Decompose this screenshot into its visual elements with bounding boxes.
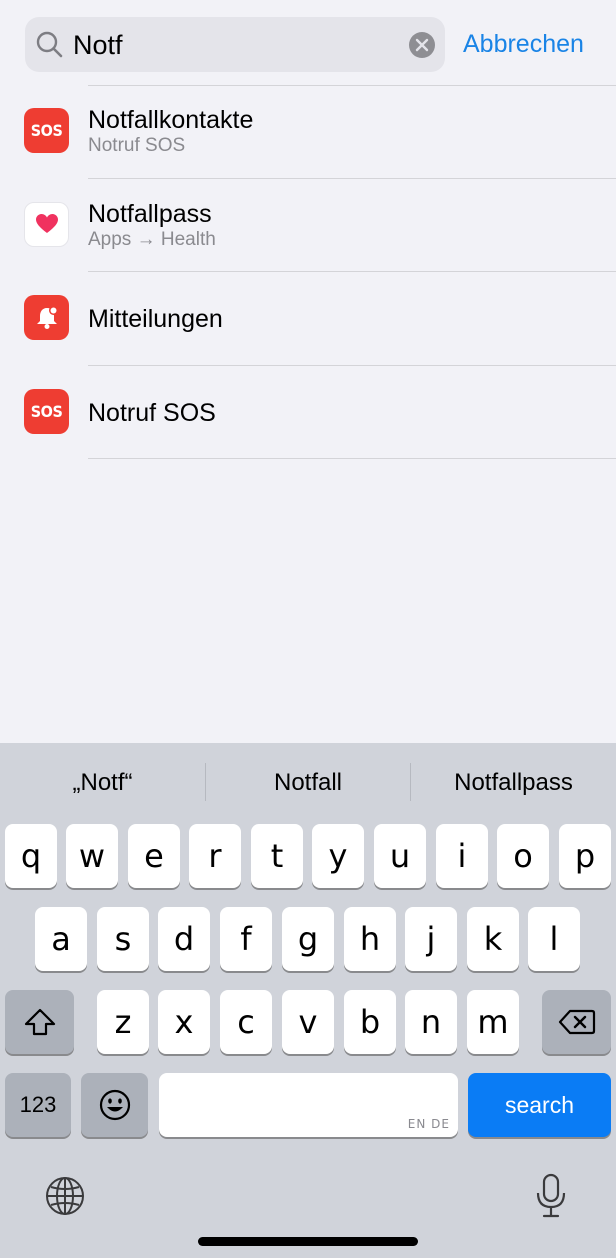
shift-icon [24,1008,55,1036]
key-v[interactable]: v [282,990,334,1054]
sos-icon: SOS [24,108,69,153]
close-icon [415,38,429,52]
key-j[interactable]: j [405,907,457,971]
emoji-key[interactable] [81,1073,148,1137]
key-u[interactable]: u [374,824,426,888]
result-notfallpass[interactable]: Notfallpass Apps → Health [0,179,616,272]
key-r[interactable]: r [189,824,241,888]
notification-bell-icon [24,295,69,340]
key-t[interactable]: t [251,824,303,888]
backspace-icon [558,1009,595,1035]
keyboard: „Notf“ Notfall Notfallpass q w e r t y u… [0,743,616,1258]
result-title: Notruf SOS [88,398,216,427]
bell-icon [36,305,58,329]
result-notfallkontakte[interactable]: SOS Notfallkontakte Notruf SOS [0,85,616,179]
suggestion-item[interactable]: Notfallpass [411,767,616,799]
clear-search-button[interactable] [409,32,435,58]
result-title: Mitteilungen [88,305,223,333]
microphone-icon[interactable] [534,1173,568,1219]
heart-icon [35,214,58,233]
key-q[interactable]: q [5,824,57,888]
divider [88,458,616,459]
result-notruf-sos[interactable]: SOS Notruf SOS [0,366,616,459]
result-title: Notfallkontakte [88,106,254,134]
sos-icon-label: SOS [30,121,63,140]
key-g[interactable]: g [282,907,334,971]
search-field[interactable]: Notf [25,17,445,72]
key-o[interactable]: o [497,824,549,888]
health-app-icon [24,201,69,247]
search-icon [36,31,63,58]
result-subtitle: Apps → Health [88,228,216,250]
suggestion-item[interactable]: Notfall [206,767,410,799]
result-title: Notfallpass [88,199,212,228]
search-results-list: SOS Notfallkontakte Notruf SOS Notfallpa… [0,85,616,459]
key-k[interactable]: k [467,907,519,971]
cancel-button[interactable]: Abbrechen [463,28,584,60]
key-x[interactable]: x [158,990,210,1054]
key-b[interactable]: b [344,990,396,1054]
sos-icon: SOS [24,388,69,434]
numbers-key[interactable]: 123 [5,1073,71,1137]
globe-icon[interactable] [44,1175,86,1217]
shift-key[interactable] [5,990,74,1054]
key-d[interactable]: d [158,907,210,971]
suggestion-bar: „Notf“ Notfall Notfallpass [0,743,616,823]
key-w[interactable]: w [66,824,118,888]
key-f[interactable]: f [220,907,272,971]
key-a[interactable]: a [35,907,87,971]
key-i[interactable]: i [436,824,488,888]
result-subtitle: Notruf SOS [88,135,186,156]
key-z[interactable]: z [97,990,149,1054]
key-c[interactable]: c [220,990,272,1054]
home-indicator[interactable] [198,1237,418,1246]
key-m[interactable]: m [467,990,519,1054]
key-y[interactable]: y [312,824,364,888]
key-h[interactable]: h [344,907,396,971]
result-mitteilungen[interactable]: Mitteilungen [0,272,616,366]
space-key[interactable]: EN DE [159,1073,458,1137]
key-p[interactable]: p [559,824,611,888]
key-l[interactable]: l [528,907,580,971]
key-e[interactable]: e [128,824,180,888]
space-languages-label: EN DE [407,1117,450,1131]
emoji-icon [99,1089,130,1121]
sos-icon-label: SOS [30,401,63,421]
search-key[interactable]: search [468,1073,611,1137]
key-n[interactable]: n [405,990,457,1054]
key-s[interactable]: s [97,907,149,971]
suggestion-item[interactable]: „Notf“ [0,767,205,799]
search-input-value[interactable]: Notf [73,29,123,61]
delete-key[interactable] [542,990,611,1054]
